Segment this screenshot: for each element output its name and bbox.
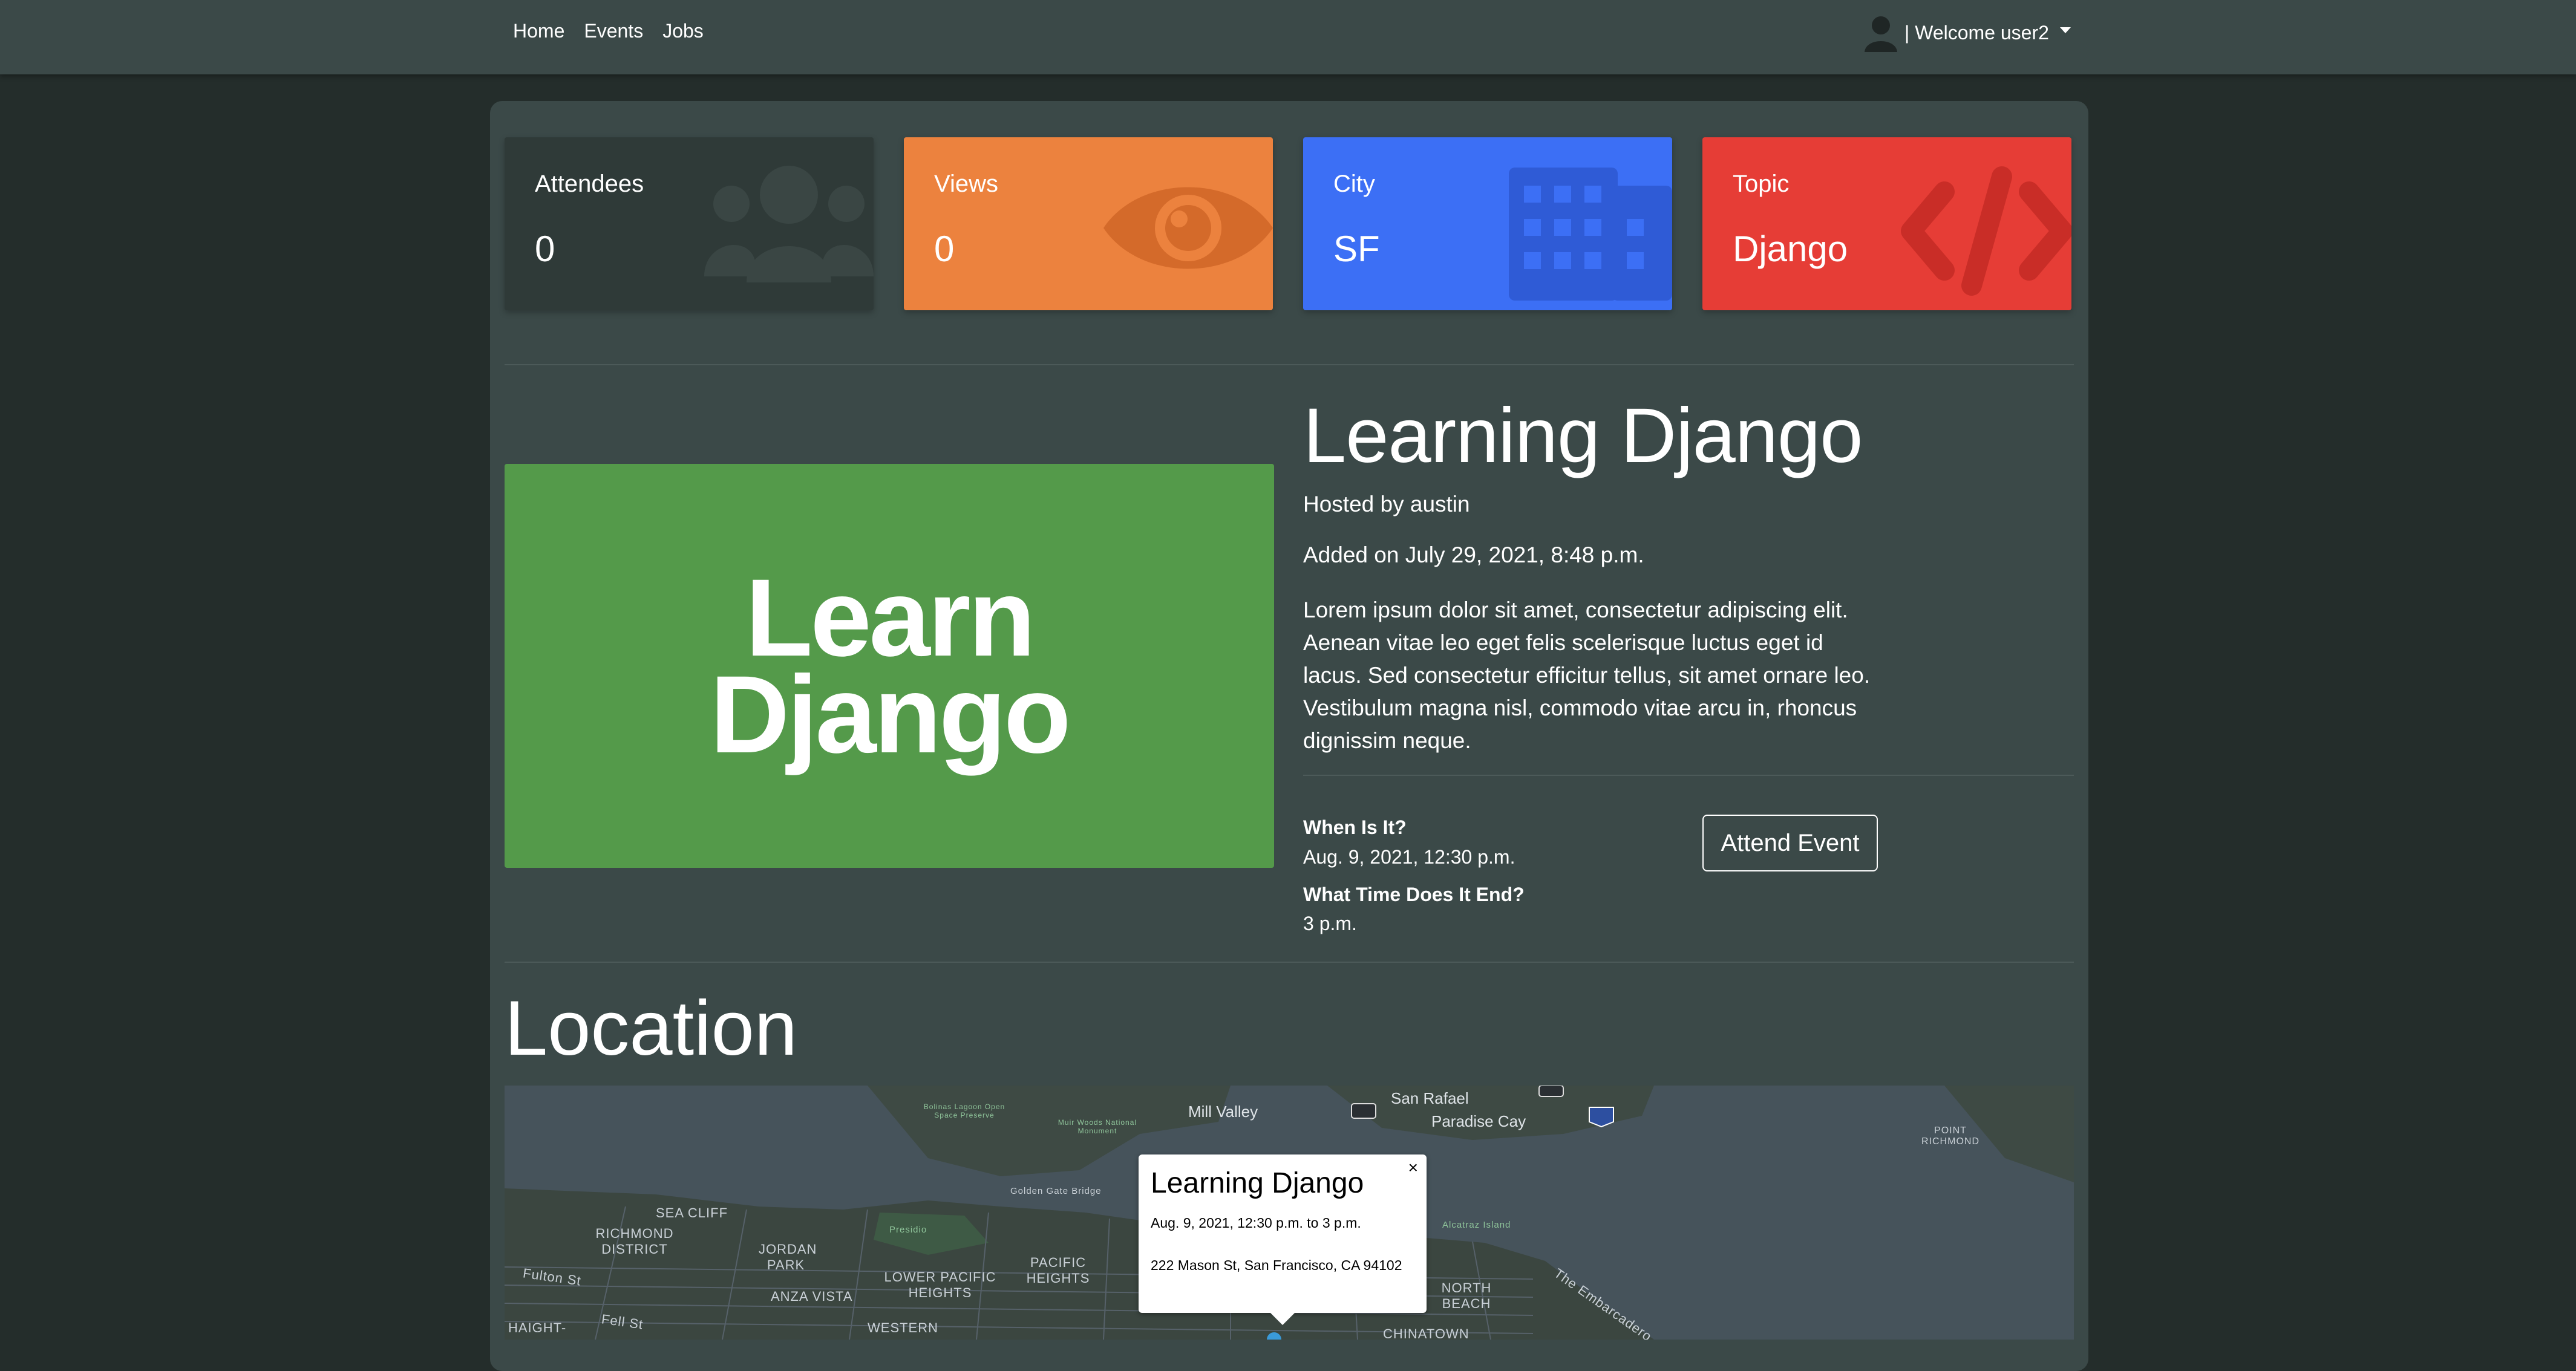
- map-label-mill-valley: Mill Valley: [1188, 1102, 1258, 1121]
- stat-value: SF: [1333, 229, 1380, 269]
- stat-value: 0: [934, 229, 955, 269]
- map-label-haight: HAIGHT-: [508, 1320, 567, 1335]
- map-label-pacific-heights: PACIFIC HEIGHTS: [1026, 1255, 1090, 1286]
- chevron-down-icon: [2059, 27, 2071, 33]
- event-image-line-1: Learn: [745, 555, 1036, 679]
- divider: [505, 962, 2074, 963]
- event-added-date: Added on July 29, 2021, 8:48 p.m.: [1303, 542, 1644, 567]
- map-label-north-beach: NORTH BEACH: [1441, 1280, 1492, 1311]
- nav-links: Home Events Jobs: [513, 20, 704, 42]
- when-value: Aug. 9, 2021, 12:30 p.m.: [1303, 846, 1515, 868]
- location-heading: Location: [505, 985, 797, 1072]
- stat-card-attendees: Attendees 0: [505, 137, 874, 310]
- close-icon[interactable]: ×: [1408, 1158, 1418, 1177]
- stat-card-views: Views 0: [904, 137, 1273, 310]
- stat-label: Topic: [1733, 171, 1790, 197]
- stat-label: Attendees: [535, 171, 644, 197]
- top-navbar: Home Events Jobs | Welcome user2: [0, 0, 2576, 74]
- map-label-western: WESTERN: [868, 1320, 938, 1335]
- event-detail-panel: Attendees 0 Views 0 City SF Topic Django…: [490, 101, 2088, 1371]
- popup-tip: [1270, 1313, 1295, 1325]
- popup-address: 222 Mason St, San Francisco, CA 94102: [1151, 1257, 1402, 1273]
- end-time-value: 3 p.m.: [1303, 913, 1357, 934]
- stat-card-topic: Topic Django: [1702, 137, 2071, 310]
- stat-value: 0: [535, 229, 555, 269]
- end-time-label: What Time Does It End?: [1303, 884, 1525, 905]
- event-image: Learn Django: [505, 464, 1274, 868]
- map-label-lower-pacific-heights: LOWER PACIFIC HEIGHTS: [884, 1269, 996, 1300]
- event-image-line-2: Django: [710, 653, 1071, 776]
- map-label-golden-gate-bridge: Golden Gate Bridge: [1010, 1186, 1102, 1196]
- map-popup: Learning Django Aug. 9, 2021, 12:30 p.m.…: [1139, 1154, 1427, 1325]
- user-menu-dropdown[interactable]: | Welcome user2: [1863, 13, 2071, 52]
- stat-card-city: City SF: [1303, 137, 1672, 310]
- map-label-san-rafael: San Rafael: [1391, 1089, 1469, 1107]
- nav-jobs-link[interactable]: Jobs: [662, 20, 704, 42]
- divider: [1303, 775, 2074, 776]
- stat-label: City: [1333, 171, 1375, 197]
- when-label: When Is It?: [1303, 816, 1407, 838]
- map-label-point-richmond: POINT RICHMOND: [1921, 1125, 1979, 1147]
- map-label-alcatraz: Alcatraz Island: [1442, 1220, 1511, 1230]
- map-label-sea-cliff: SEA CLIFF: [656, 1205, 728, 1220]
- users-icon: [704, 166, 874, 282]
- event-description: Lorem ipsum dolor sit amet, consectetur …: [1303, 598, 1871, 753]
- divider: [505, 364, 2074, 365]
- map-label-muir-woods: Muir Woods National Monument: [1058, 1118, 1137, 1135]
- map-label-paradise-cay: Paradise Cay: [1431, 1112, 1526, 1130]
- stat-value: Django: [1733, 229, 1848, 269]
- popup-time: Aug. 9, 2021, 12:30 p.m. to 3 p.m.: [1151, 1215, 1361, 1231]
- map-label-presidio: Presidio: [889, 1225, 927, 1235]
- map-label-richmond-district: RICHMOND DISTRICT: [595, 1226, 674, 1257]
- event-title: Learning Django: [1303, 392, 1863, 479]
- building-icon: [1509, 168, 1672, 301]
- map-label-anza-vista: ANZA VISTA: [771, 1289, 853, 1304]
- event-map[interactable]: Mill Valley San Rafael Paradise Cay POIN…: [505, 1086, 2074, 1340]
- eye-icon: [1103, 187, 1273, 269]
- map-label-bolinas-lagoon: Bolinas Lagoon Open Space Preserve: [923, 1102, 1005, 1119]
- user-welcome-label: | Welcome user2: [1904, 21, 2049, 44]
- nav-home-link[interactable]: Home: [513, 20, 564, 42]
- code-icon: [1901, 166, 2071, 296]
- stat-label: Views: [934, 171, 998, 197]
- user-avatar-icon: [1863, 13, 1898, 52]
- map-label-jordan-park: JORDAN PARK: [759, 1242, 817, 1272]
- attend-event-button[interactable]: Attend Event: [1702, 815, 1878, 871]
- nav-events-link[interactable]: Events: [584, 20, 643, 42]
- popup-title: Learning Django: [1151, 1167, 1364, 1199]
- event-host: Hosted by austin: [1303, 492, 1470, 516]
